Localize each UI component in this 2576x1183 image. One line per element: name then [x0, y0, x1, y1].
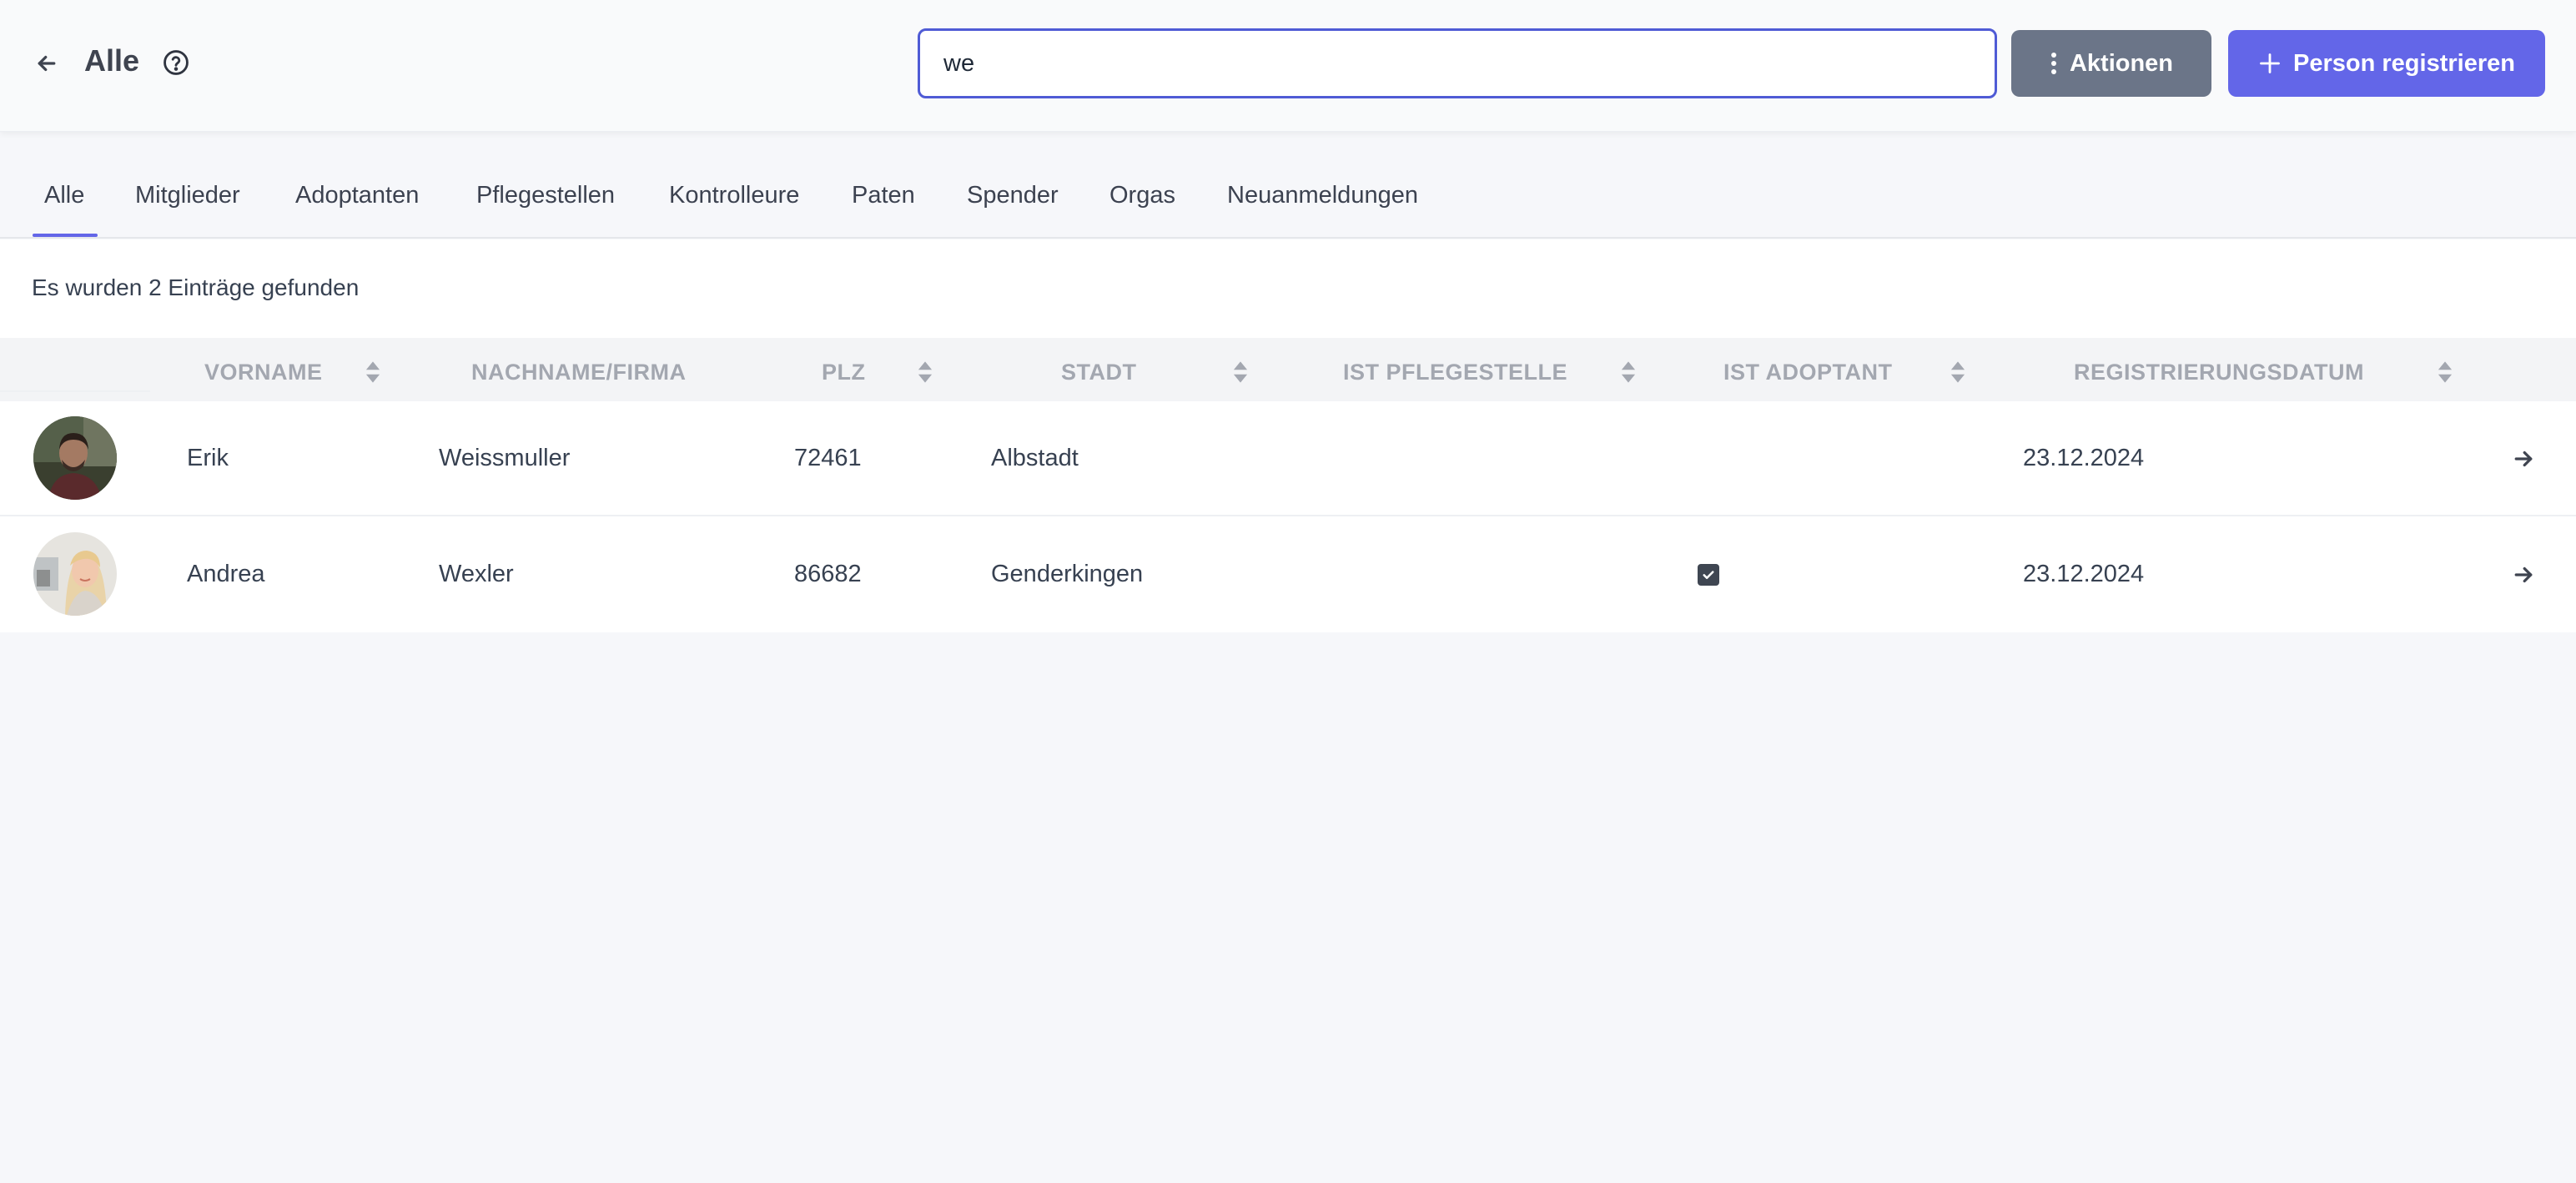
column-header-ist-pflegestelle[interactable]: IST PFLEGESTELLE	[1343, 360, 1567, 385]
open-row-button[interactable]	[2508, 559, 2539, 591]
registration-date: 23.12.2024	[2023, 561, 2145, 587]
avatar	[33, 416, 117, 500]
arrow-right-icon	[2514, 451, 2533, 467]
column-header-plz[interactable]: PLZ	[822, 360, 866, 385]
top-bar: Alle Aktionen Person registrieren	[0, 0, 2576, 132]
tab-adoptanten[interactable]: Adoptanten	[295, 182, 419, 209]
register-person-label: Person registrieren	[2293, 49, 2515, 77]
sort-icon[interactable]	[2438, 361, 2453, 383]
column-header-vorname[interactable]: VORNAME	[204, 360, 323, 385]
search-input[interactable]	[918, 28, 1997, 98]
table-row[interactable]: Erik Weissmuller 72461 Albstadt 23.12.20…	[0, 401, 2576, 516]
tab-mitglieder[interactable]: Mitglieder	[135, 182, 240, 209]
sort-icon[interactable]	[918, 361, 933, 383]
sort-icon[interactable]	[365, 361, 380, 383]
plus-icon	[2260, 53, 2280, 73]
sort-icon[interactable]	[1950, 361, 1965, 383]
table-header: VORNAME NACHNAME/FIRMA PLZ STADT IST PFL…	[0, 338, 2576, 401]
city: Albstadt	[991, 445, 1079, 471]
question-circle-icon[interactable]	[162, 48, 190, 77]
tab-spender[interactable]: Spender	[967, 182, 1059, 209]
zip-code: 72461	[794, 445, 862, 471]
last-name: Weissmuller	[439, 445, 571, 471]
last-name: Wexler	[439, 561, 514, 587]
results-panel: Es wurden 2 Einträge gefunden VORNAME NA…	[0, 239, 2576, 632]
result-count: Es wurden 2 Einträge gefunden	[32, 274, 360, 300]
is-adopter-checkbox[interactable]	[1698, 564, 1719, 586]
column-header-registrierungsdatum[interactable]: REGISTRIERUNGSDATUM	[2074, 360, 2364, 385]
back-button[interactable]	[30, 47, 63, 80]
column-header-ist-adoptant[interactable]: IST ADOPTANT	[1723, 360, 1893, 385]
tab-orgas[interactable]: Orgas	[1109, 182, 1175, 209]
register-person-button[interactable]: Person registrieren	[2228, 30, 2545, 97]
check-icon	[1703, 571, 1714, 580]
city: Genderkingen	[991, 561, 1144, 587]
column-header-nachname[interactable]: NACHNAME/FIRMA	[471, 360, 686, 385]
first-name: Erik	[187, 445, 229, 471]
open-row-button[interactable]	[2508, 443, 2539, 475]
sort-icon[interactable]	[1621, 361, 1636, 383]
tab-kontrolleure[interactable]: Kontrolleure	[669, 182, 799, 209]
row-divider	[0, 390, 150, 392]
tab-paten[interactable]: Paten	[852, 182, 915, 209]
avatar	[33, 532, 117, 616]
sort-icon[interactable]	[1233, 361, 1248, 383]
actions-button[interactable]: Aktionen	[2011, 30, 2211, 97]
tab-neuanmeldungen[interactable]: Neuanmeldungen	[1227, 182, 1418, 209]
tab-pflegestellen[interactable]: Pflegestellen	[476, 182, 615, 209]
arrow-left-icon	[38, 55, 56, 72]
zip-code: 86682	[794, 561, 862, 587]
column-header-stadt[interactable]: STADT	[1061, 360, 1137, 385]
actions-label: Aktionen	[2069, 49, 2174, 77]
tab-alle[interactable]: Alle	[44, 182, 84, 209]
table-row[interactable]: Andrea Wexler 86682 Genderkingen 23.12.2…	[0, 517, 2576, 632]
kebab-menu-icon	[2050, 53, 2056, 74]
registration-date: 23.12.2024	[2023, 445, 2145, 471]
first-name: Andrea	[187, 561, 265, 587]
active-tab-indicator	[33, 234, 98, 237]
arrow-right-icon	[2514, 566, 2533, 583]
filter-tabs: Alle Mitglieder Adoptanten Pflegestellen…	[0, 150, 2576, 239]
page-title: Alle	[84, 43, 140, 78]
